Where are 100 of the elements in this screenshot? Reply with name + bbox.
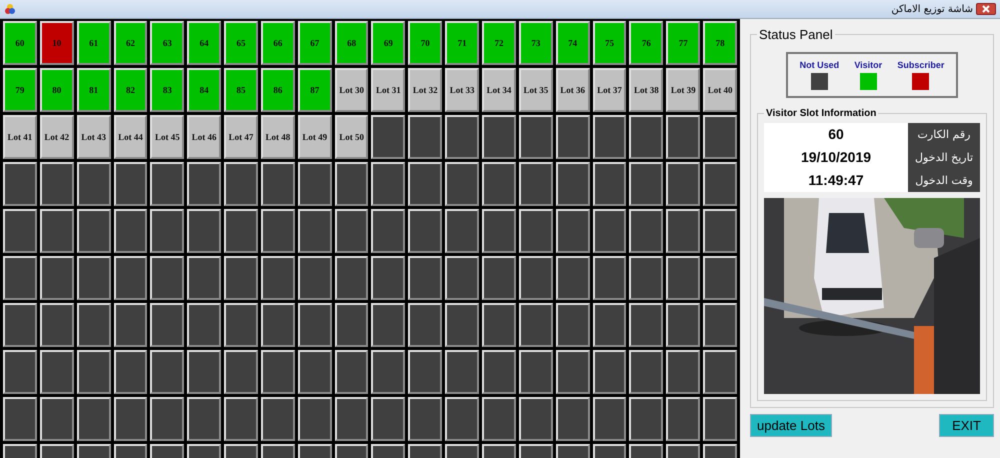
empty-lot[interactable] xyxy=(408,256,442,300)
empty-lot[interactable] xyxy=(703,303,737,347)
empty-lot[interactable] xyxy=(482,256,516,300)
empty-lot[interactable] xyxy=(666,397,700,441)
empty-lot[interactable] xyxy=(518,115,553,159)
lot-button[interactable]: Lot 35 xyxy=(518,68,553,112)
empty-lot[interactable] xyxy=(629,115,664,159)
lot-button[interactable]: 62 xyxy=(114,21,148,65)
lot-button[interactable]: 74 xyxy=(556,21,590,65)
lot-button[interactable]: 83 xyxy=(150,68,184,112)
empty-lot[interactable] xyxy=(666,350,700,394)
empty-lot[interactable] xyxy=(629,209,664,253)
empty-lot[interactable] xyxy=(592,209,626,253)
empty-lot[interactable] xyxy=(445,209,480,253)
empty-lot[interactable] xyxy=(518,162,553,206)
empty-lot[interactable] xyxy=(187,256,222,300)
lot-button[interactable]: 81 xyxy=(76,68,111,112)
lot-button[interactable]: 86 xyxy=(260,68,295,112)
empty-lot[interactable] xyxy=(629,162,664,206)
empty-lot[interactable] xyxy=(592,115,626,159)
empty-lot[interactable] xyxy=(114,209,148,253)
empty-lot[interactable] xyxy=(629,397,664,441)
lot-button[interactable]: 71 xyxy=(445,21,480,65)
empty-lot[interactable] xyxy=(114,303,148,347)
lot-button[interactable]: Lot 36 xyxy=(556,68,590,112)
empty-lot[interactable] xyxy=(371,256,406,300)
empty-lot[interactable] xyxy=(3,209,37,253)
lot-button[interactable]: 80 xyxy=(40,68,74,112)
empty-lot[interactable] xyxy=(298,162,332,206)
empty-lot[interactable] xyxy=(3,397,37,441)
empty-lot[interactable] xyxy=(482,350,516,394)
lot-button[interactable]: Lot 43 xyxy=(76,115,111,159)
empty-lot[interactable] xyxy=(629,303,664,347)
empty-lot[interactable] xyxy=(76,303,111,347)
empty-lot[interactable] xyxy=(518,397,553,441)
lot-button[interactable]: 87 xyxy=(298,68,332,112)
empty-lot[interactable] xyxy=(150,209,184,253)
empty-lot[interactable] xyxy=(40,256,74,300)
lot-button[interactable]: 60 xyxy=(3,21,37,65)
empty-lot[interactable] xyxy=(76,162,111,206)
empty-lot[interactable] xyxy=(334,256,368,300)
lot-button[interactable]: Lot 42 xyxy=(40,115,74,159)
empty-lot[interactable] xyxy=(114,162,148,206)
lot-button[interactable]: 84 xyxy=(187,68,222,112)
lot-button[interactable]: Lot 50 xyxy=(334,115,368,159)
empty-lot[interactable] xyxy=(556,162,590,206)
lot-button[interactable]: 82 xyxy=(114,68,148,112)
empty-lot[interactable] xyxy=(666,115,700,159)
lot-button[interactable]: Lot 44 xyxy=(114,115,148,159)
lot-button[interactable]: Lot 30 xyxy=(334,68,368,112)
lot-button[interactable]: Lot 38 xyxy=(629,68,664,112)
lot-button[interactable]: Lot 49 xyxy=(298,115,332,159)
lot-button[interactable]: 61 xyxy=(76,21,111,65)
empty-lot[interactable] xyxy=(518,350,553,394)
lot-button[interactable]: Lot 31 xyxy=(371,68,406,112)
empty-lot[interactable] xyxy=(408,162,442,206)
lot-button[interactable]: Lot 48 xyxy=(260,115,295,159)
empty-lot[interactable] xyxy=(371,115,406,159)
empty-lot[interactable] xyxy=(592,350,626,394)
empty-lot[interactable] xyxy=(187,350,222,394)
empty-lot[interactable] xyxy=(408,350,442,394)
empty-lot[interactable] xyxy=(114,397,148,441)
empty-lot[interactable] xyxy=(592,303,626,347)
lot-button[interactable]: Lot 39 xyxy=(666,68,700,112)
empty-lot[interactable] xyxy=(445,115,480,159)
lot-button[interactable]: 65 xyxy=(224,21,258,65)
empty-lot[interactable] xyxy=(150,350,184,394)
empty-lot[interactable] xyxy=(703,209,737,253)
empty-lot[interactable] xyxy=(445,303,480,347)
empty-lot[interactable] xyxy=(703,350,737,394)
empty-lot[interactable] xyxy=(408,303,442,347)
empty-lot[interactable] xyxy=(76,397,111,441)
empty-lot[interactable] xyxy=(592,397,626,441)
lot-button[interactable]: 68 xyxy=(334,21,368,65)
lot-button[interactable]: Lot 37 xyxy=(592,68,626,112)
empty-lot[interactable] xyxy=(40,350,74,394)
empty-lot[interactable] xyxy=(334,162,368,206)
empty-lot[interactable] xyxy=(592,256,626,300)
empty-lot[interactable] xyxy=(187,209,222,253)
empty-lot[interactable] xyxy=(629,350,664,394)
empty-lot[interactable] xyxy=(482,303,516,347)
empty-lot[interactable] xyxy=(371,209,406,253)
lot-button[interactable]: 69 xyxy=(371,21,406,65)
empty-lot[interactable] xyxy=(260,162,295,206)
empty-lot[interactable] xyxy=(40,397,74,441)
empty-lot[interactable] xyxy=(114,256,148,300)
empty-lot[interactable] xyxy=(150,162,184,206)
empty-lot[interactable] xyxy=(666,256,700,300)
lot-button[interactable]: Lot 33 xyxy=(445,68,480,112)
empty-lot[interactable] xyxy=(556,303,590,347)
empty-lot[interactable] xyxy=(260,397,295,441)
empty-lot[interactable] xyxy=(408,209,442,253)
empty-lot[interactable] xyxy=(445,162,480,206)
lot-button[interactable]: Lot 41 xyxy=(3,115,37,159)
empty-lot[interactable] xyxy=(224,303,258,347)
empty-lot[interactable] xyxy=(76,256,111,300)
lot-button[interactable]: 70 xyxy=(408,21,442,65)
lot-button[interactable]: Lot 45 xyxy=(150,115,184,159)
empty-lot[interactable] xyxy=(260,209,295,253)
lot-button[interactable]: 78 xyxy=(703,21,737,65)
